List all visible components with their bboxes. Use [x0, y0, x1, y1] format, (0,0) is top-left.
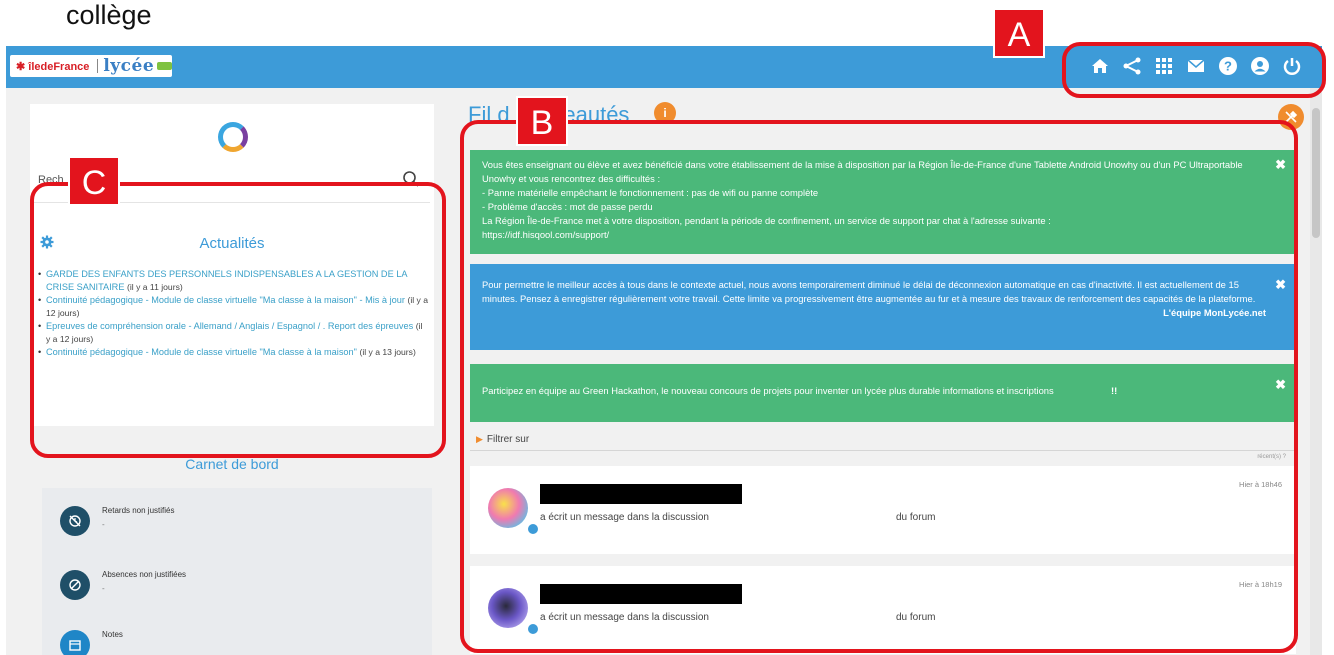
annotation-box-b	[460, 120, 1298, 653]
screenshot-root: collège ✱ îledeFrance lycée ? Rech Actua…	[0, 0, 1334, 655]
logo-iledefrance: ✱ îledeFrance	[16, 60, 90, 73]
page-caption: collège	[66, 0, 152, 30]
carnet-item-retards[interactable]: Retards non justifiés -	[56, 506, 416, 546]
clock-off-icon	[60, 506, 90, 536]
scrollbar-thumb[interactable]	[1312, 108, 1320, 238]
annotation-label-a: A	[993, 8, 1045, 58]
logo-lycee: lycée	[103, 56, 155, 76]
carnet-value: -	[102, 584, 105, 593]
annotation-box-a	[1062, 42, 1326, 98]
logo-net-badge	[157, 62, 172, 70]
annotation-label-b: B	[516, 96, 568, 146]
annotation-label-c: C	[68, 156, 120, 206]
q-logo-icon	[218, 122, 248, 152]
page-scrollbar[interactable]	[1310, 88, 1322, 655]
absence-icon	[60, 570, 90, 600]
carnet-value: -	[102, 520, 105, 529]
carnet-item-absences[interactable]: Absences non justifiées -	[56, 570, 416, 610]
calendar-icon	[60, 630, 90, 655]
carnet-label: Notes	[102, 630, 123, 639]
carnet-label: Absences non justifiées	[102, 570, 187, 579]
carnet-label: Retards non justifiés	[102, 506, 175, 515]
carnet-title: Carnet de bord	[185, 456, 279, 472]
carnet-panel: Retards non justifiés - Absences non jus…	[42, 488, 432, 655]
logo[interactable]: ✱ îledeFrance lycée	[10, 55, 172, 77]
annotation-box-c	[30, 182, 446, 458]
carnet-item-notes[interactable]: Notes	[56, 630, 416, 655]
